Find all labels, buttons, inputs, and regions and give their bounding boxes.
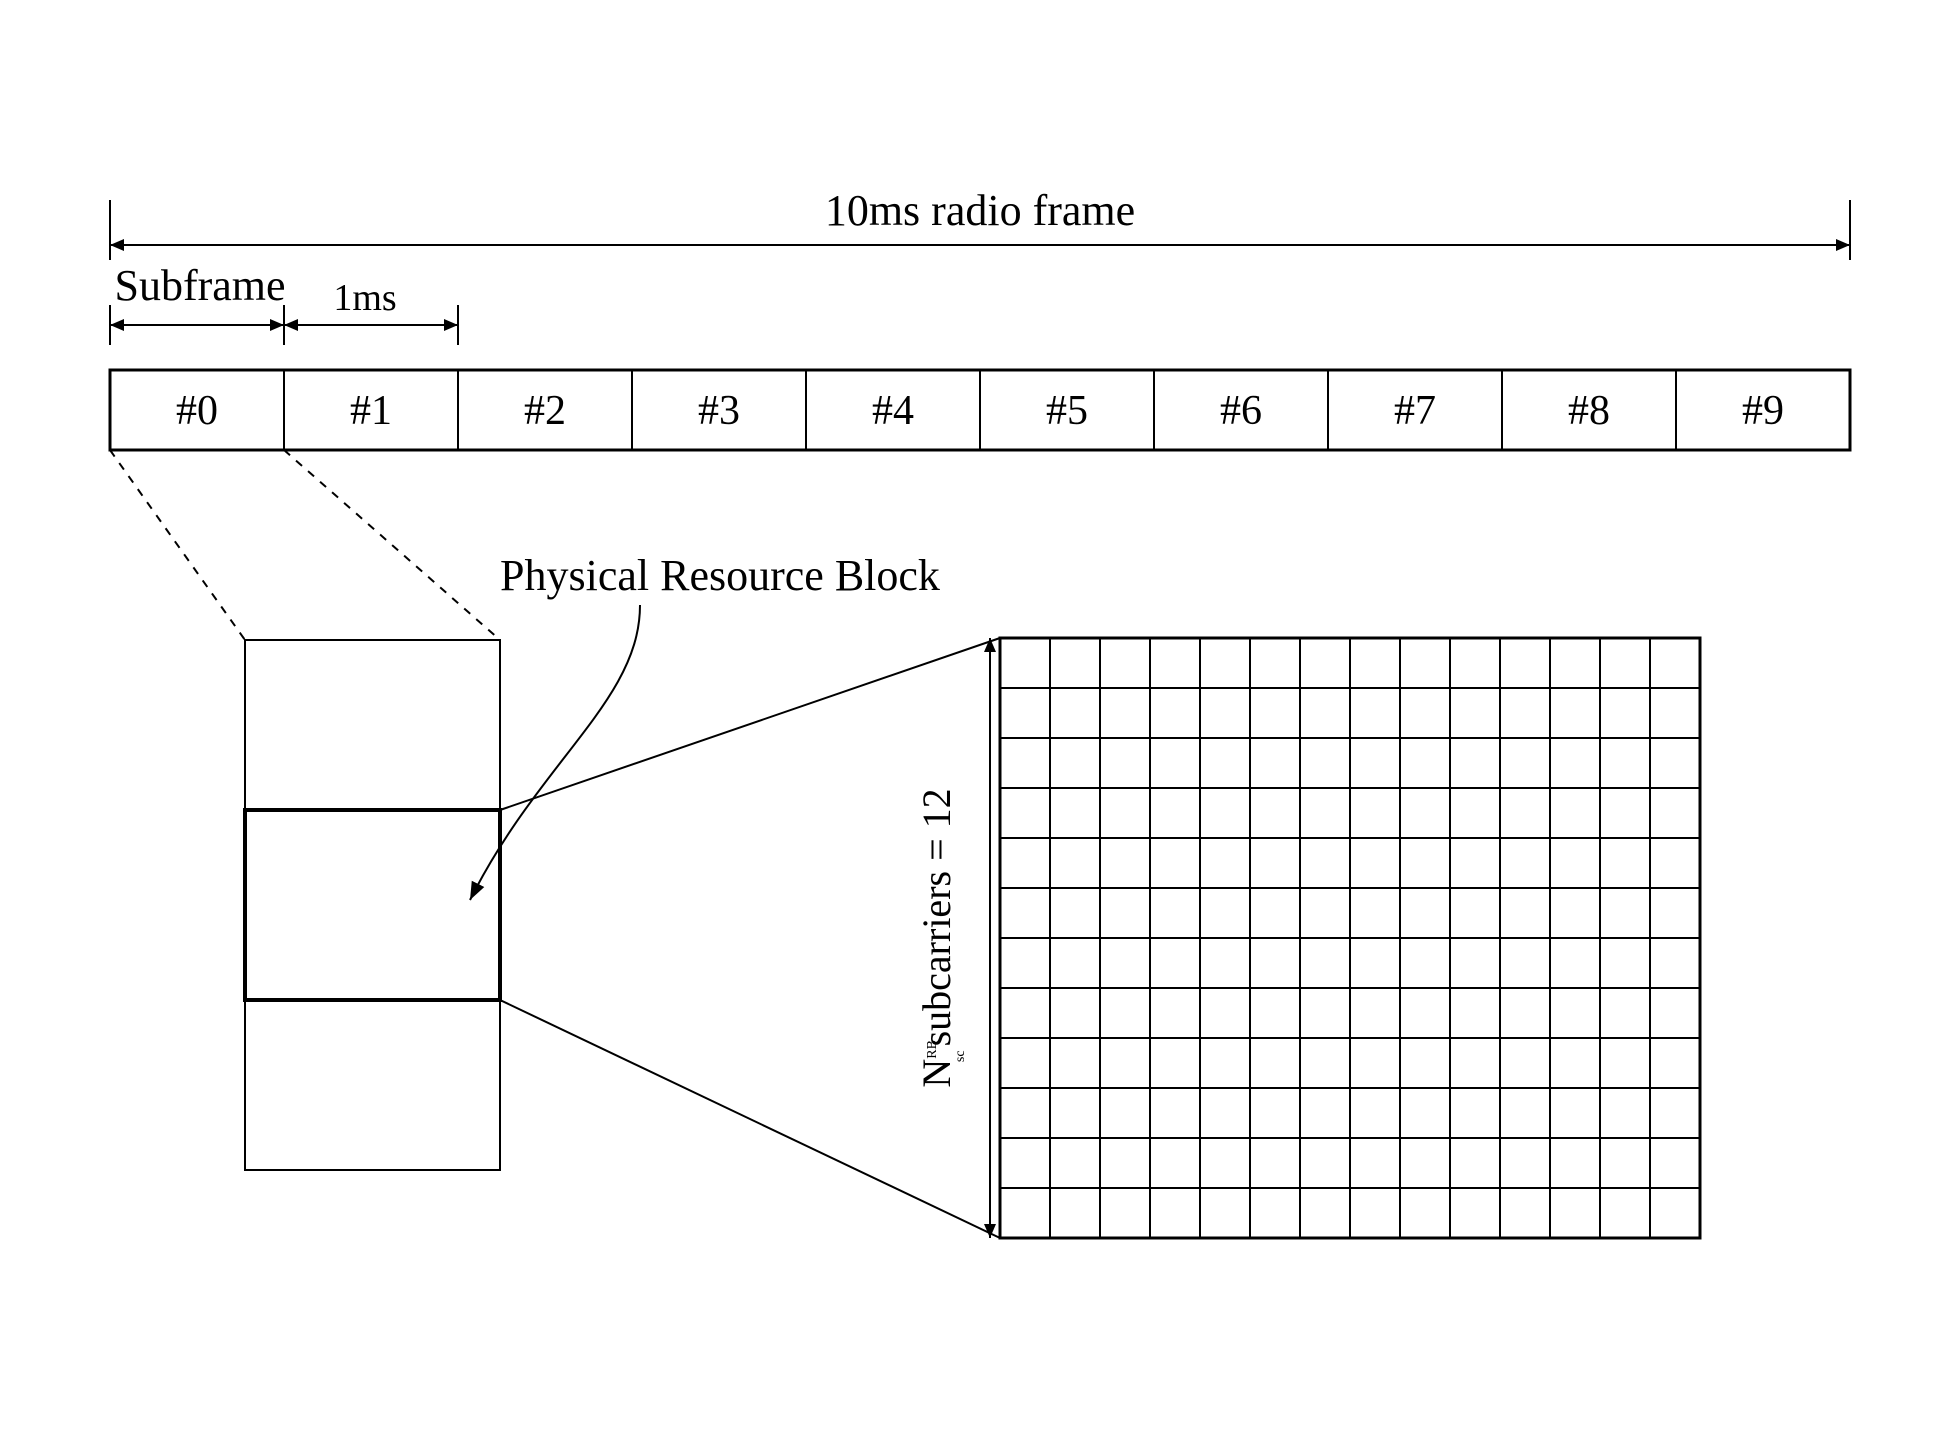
frame-label: 10ms radio frame [825, 186, 1135, 235]
subcarriers-label: NRBscsubcarriers = 12 [914, 788, 968, 1087]
prb-stack [245, 640, 500, 1170]
subframe-cell: #0 [176, 388, 218, 434]
subframe-cell: #3 [698, 388, 740, 434]
subframe-cell: #2 [524, 388, 566, 434]
frame-bracket: 10ms radio frame [110, 186, 1850, 260]
subframe-cell: #8 [1568, 388, 1610, 434]
subframe-cell: #5 [1046, 388, 1088, 434]
prb-label-group: Physical Resource Block [470, 551, 940, 900]
subframe-cell: #7 [1394, 388, 1436, 434]
zoom-out-lines [110, 450, 500, 640]
subframe-cell: #1 [350, 388, 392, 434]
subframe-labels: Subframe 1ms [110, 261, 458, 345]
subcarriers-axis: NRBscsubcarriers = 12 [914, 638, 990, 1238]
prb-label: Physical Resource Block [500, 551, 940, 600]
duration-text: 1ms [333, 277, 396, 319]
subframe-cell: #9 [1742, 388, 1784, 434]
subframe-text: Subframe [114, 261, 285, 310]
subframe-cell: #6 [1220, 388, 1262, 434]
subframe-row: #0 #1 #2 #3 #4 #5 #6 #7 #8 #9 [110, 370, 1850, 450]
resource-grid [1000, 638, 1700, 1238]
subframe-cell: #4 [872, 388, 914, 434]
